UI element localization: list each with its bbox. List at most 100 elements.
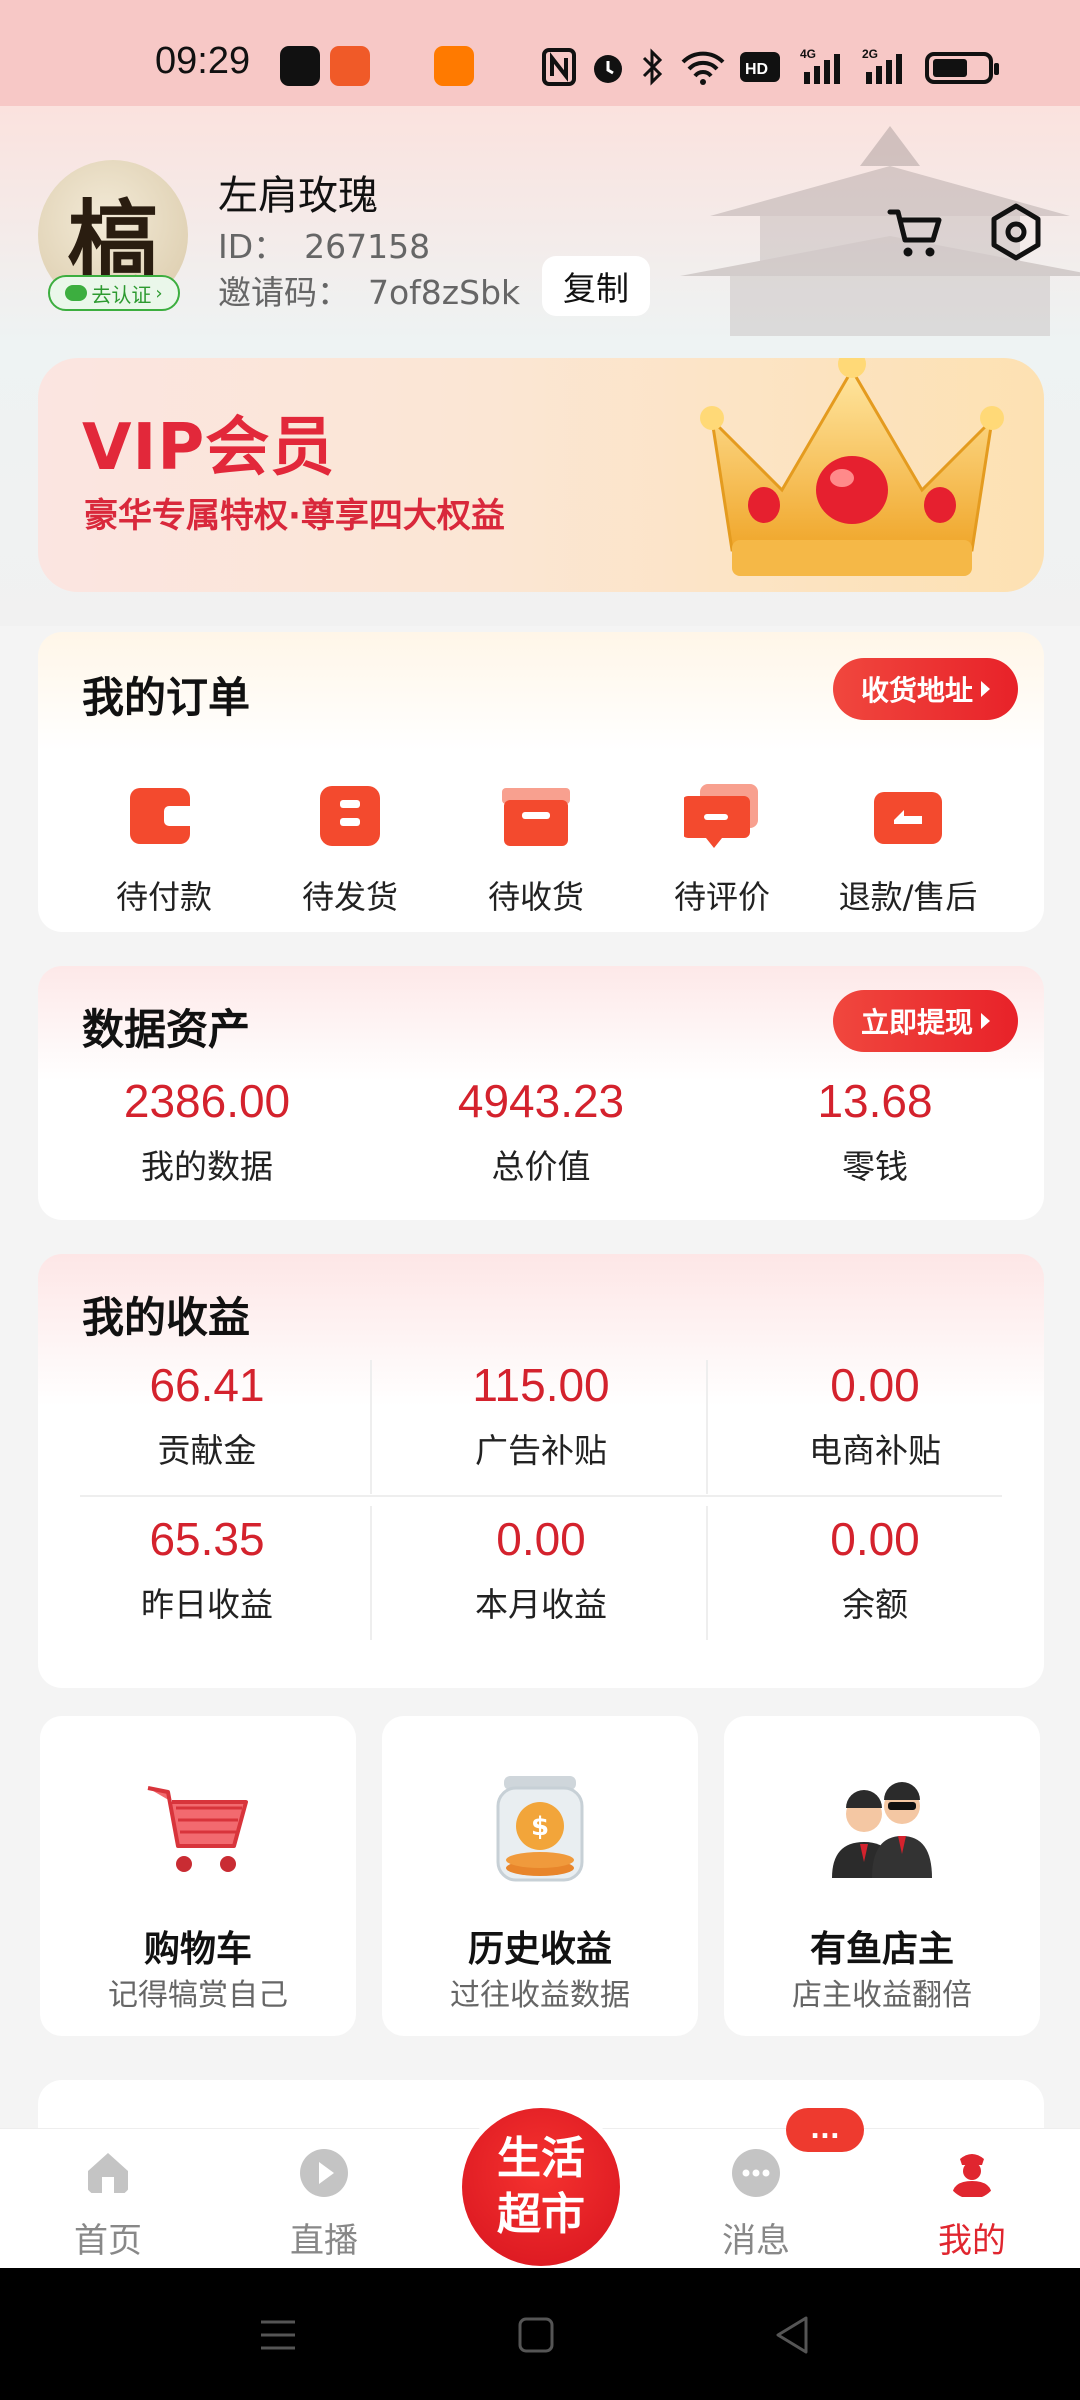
invite-code: 邀请码： 7of8zSbk xyxy=(218,266,520,314)
assets-title: 数据资产 xyxy=(82,1005,251,1054)
stat-yesterday-income[interactable]: 65.35 昨日收益 xyxy=(42,1512,372,1626)
play-icon xyxy=(300,2149,348,2197)
center-line2: 超市 xyxy=(497,2189,585,2240)
svg-text:4G: 4G xyxy=(800,47,816,61)
hd-icon: HD xyxy=(740,52,780,82)
status-time: 09:29 xyxy=(155,40,251,82)
tiktok-lite-icon xyxy=(280,46,320,86)
tab-label: 我的 xyxy=(938,2221,1006,2261)
order-pending-review[interactable]: 待评价 xyxy=(632,782,812,918)
tile-title: 购物车 xyxy=(143,1929,252,1970)
menu-icon[interactable] xyxy=(253,2310,303,2360)
stat-value: 2386.00 xyxy=(123,1075,291,1127)
svg-text:$: $ xyxy=(531,1812,549,1842)
order-pending-payment[interactable]: 待付款 xyxy=(74,782,254,918)
cart-icon[interactable] xyxy=(884,200,948,264)
chevron-right-icon: › xyxy=(155,282,163,304)
stat-total-value[interactable]: 4943.23 总价值 xyxy=(376,1074,706,1188)
my-income-card: 我的收益 66.41 贡献金 115.00 广告补贴 0.00 电商补贴 65.… xyxy=(38,1254,1044,1688)
life-supermarket-button[interactable]: 生活 超市 xyxy=(462,2108,620,2266)
vip-banner[interactable]: VIP会员 豪华专属特权·尊享四大权益 xyxy=(38,358,1044,592)
verify-badge[interactable]: 去认证 › xyxy=(48,275,180,311)
tile-shopping-cart[interactable]: 购物车 记得犒赏自己 xyxy=(40,1716,356,2036)
nfc-icon xyxy=(542,48,576,86)
order-label: 待付款 xyxy=(115,878,212,916)
tab-mine[interactable]: 我的 xyxy=(882,2129,1062,2269)
user-id-value: 267158 xyxy=(304,227,431,266)
stat-balance[interactable]: 0.00 余额 xyxy=(710,1512,1040,1626)
chat-icon xyxy=(732,2149,780,2197)
user-id: ID： 267158 xyxy=(218,220,430,268)
orders-card: 我的订单 收货地址 待付款 待发货 待收货 待评价 退款/售后 xyxy=(38,632,1044,932)
alarm-icon xyxy=(594,55,622,83)
copy-button[interactable]: 复制 xyxy=(542,256,650,316)
tile-history-income[interactable]: $ 历史收益 过往收益数据 xyxy=(382,1716,698,2036)
package-icon xyxy=(320,786,380,846)
tab-live[interactable]: 直播 xyxy=(234,2129,414,2269)
tab-label: 直播 xyxy=(290,2221,358,2261)
shop-owners-icon xyxy=(832,1782,932,1878)
box-icon xyxy=(502,788,570,846)
order-label: 待发货 xyxy=(301,878,398,916)
stat-label: 昨日收益 xyxy=(141,1585,273,1624)
taobao-icon xyxy=(434,46,474,86)
divider xyxy=(706,1506,708,1640)
comment-icon xyxy=(682,784,758,848)
center-line1: 生活 xyxy=(497,2133,585,2184)
tile-shop-owner[interactable]: 有鱼店主 店主收益翻倍 xyxy=(724,1716,1040,2036)
settings-icon[interactable] xyxy=(984,200,1048,264)
order-label: 退款/售后 xyxy=(838,878,978,916)
stat-label: 我的数据 xyxy=(141,1147,273,1186)
order-pending-receipt[interactable]: 待收货 xyxy=(446,782,626,918)
coin-jar-icon: $ xyxy=(496,1776,584,1882)
withdraw-button[interactable]: 立即提现 xyxy=(832,990,1018,1052)
back-icon[interactable] xyxy=(768,2310,818,2360)
stat-label: 零钱 xyxy=(842,1147,908,1186)
stat-my-data[interactable]: 2386.00 我的数据 xyxy=(42,1074,372,1188)
stat-label: 贡献金 xyxy=(157,1431,257,1470)
username: 左肩玫瑰 xyxy=(218,173,378,219)
stat-label: 电商补贴 xyxy=(809,1431,941,1470)
arrow-right-icon xyxy=(981,681,990,697)
divider xyxy=(80,1495,1002,1497)
stat-label: 广告补贴 xyxy=(475,1431,607,1470)
svg-text:HD: HD xyxy=(745,61,768,78)
stat-contribution[interactable]: 66.41 贡献金 xyxy=(42,1358,372,1472)
tile-title: 历史收益 xyxy=(467,1929,612,1970)
shopping-cart-icon xyxy=(147,1786,248,1872)
verify-label: 去认证 xyxy=(91,282,152,307)
order-refund[interactable]: 退款/售后 xyxy=(818,782,998,918)
wallet-icon xyxy=(130,788,198,844)
tile-title: 有鱼店主 xyxy=(809,1929,954,1970)
stat-ad-subsidy[interactable]: 115.00 广告补贴 xyxy=(376,1358,706,1472)
stat-value: 65.35 xyxy=(149,1513,265,1565)
stat-value: 66.41 xyxy=(149,1359,265,1411)
stat-value: 13.68 xyxy=(817,1075,933,1127)
income-title: 我的收益 xyxy=(82,1293,251,1342)
order-pending-shipment[interactable]: 待发货 xyxy=(260,782,440,918)
refund-icon xyxy=(874,792,942,844)
tab-home[interactable]: 首页 xyxy=(18,2129,198,2269)
svg-text:2G: 2G xyxy=(862,47,878,61)
profile-icon xyxy=(952,2154,992,2197)
bluetooth-icon xyxy=(642,48,663,86)
battery-icon xyxy=(925,52,999,84)
data-assets-card: 数据资产 立即提现 2386.00 我的数据 4943.23 总价值 13.68… xyxy=(38,966,1044,1220)
orders-title: 我的订单 xyxy=(82,673,251,722)
invite-label: 邀请码： xyxy=(218,273,350,312)
message-badge: ... xyxy=(786,2108,864,2152)
stat-ecommerce-subsidy[interactable]: 0.00 电商补贴 xyxy=(710,1358,1040,1472)
address-button[interactable]: 收货地址 xyxy=(832,658,1018,720)
divider xyxy=(706,1360,708,1494)
tile-subtitle: 记得犒赏自己 xyxy=(108,1978,288,2013)
stat-change[interactable]: 13.68 零钱 xyxy=(710,1074,1040,1188)
home-nav-icon[interactable] xyxy=(511,2310,561,2360)
stat-value: 0.00 xyxy=(830,1359,920,1411)
order-label: 待评价 xyxy=(673,878,770,916)
stat-label: 余额 xyxy=(842,1585,908,1624)
stat-month-income[interactable]: 0.00 本月收益 xyxy=(376,1512,706,1626)
stat-label: 总价值 xyxy=(491,1147,591,1186)
invite-code-value: 7of8zSbk xyxy=(368,273,521,312)
stat-label: 本月收益 xyxy=(475,1585,607,1624)
user-id-label: ID： xyxy=(218,227,287,266)
